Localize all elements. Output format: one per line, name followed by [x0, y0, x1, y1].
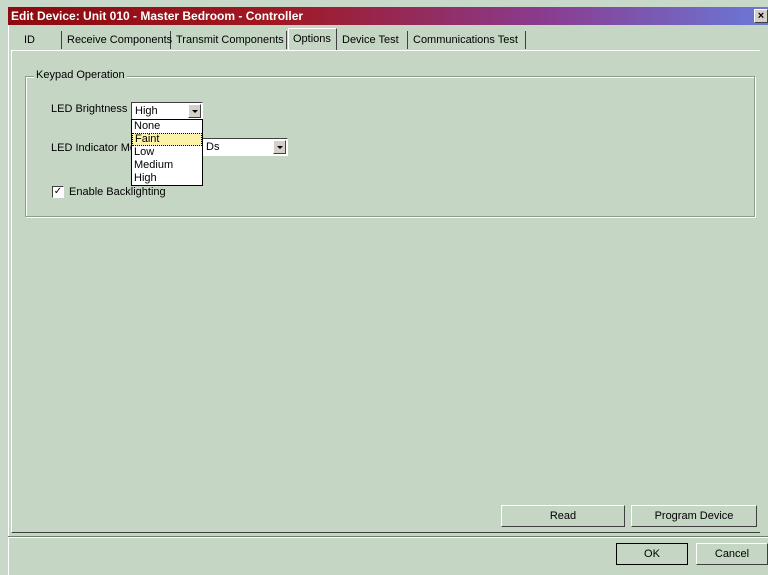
- group-title: Keypad Operation: [34, 69, 127, 81]
- led-brightness-value: High: [135, 105, 158, 117]
- close-icon[interactable]: ×: [754, 9, 768, 23]
- window-title: Edit Device: Unit 010 - Master Bedroom -…: [11, 9, 304, 23]
- cancel-button[interactable]: Cancel: [696, 543, 768, 565]
- led-indicator-label: LED Indicator Mo: [51, 142, 136, 154]
- title-bar: Edit Device: Unit 010 - Master Bedroom -…: [8, 7, 768, 25]
- backlighting-checkbox[interactable]: ✓: [52, 186, 64, 198]
- chevron-down-icon[interactable]: [273, 140, 286, 154]
- program-device-button[interactable]: Program Device: [631, 505, 757, 527]
- tab-receive-components[interactable]: Receive Components: [63, 31, 172, 49]
- tab-id[interactable]: ID: [20, 31, 62, 49]
- dropdown-option-faint[interactable]: Faint: [132, 133, 202, 146]
- tab-options[interactable]: Options: [288, 28, 337, 50]
- dropdown-option-none[interactable]: None: [132, 120, 202, 133]
- tab-transmit-components[interactable]: Transmit Components: [172, 31, 287, 49]
- ok-button[interactable]: OK: [616, 543, 688, 565]
- dropdown-option-medium[interactable]: Medium: [132, 159, 202, 172]
- footer-separator: [8, 536, 768, 538]
- led-brightness-label: LED Brightness: [51, 103, 128, 115]
- led-indicator-value: Ds: [206, 141, 220, 153]
- chevron-down-icon[interactable]: [188, 104, 201, 118]
- tab-device-test[interactable]: Device Test: [338, 31, 408, 49]
- led-brightness-dropdown: None Faint Low Medium High: [131, 119, 203, 186]
- tab-communications-test[interactable]: Communications Test: [409, 31, 526, 49]
- dropdown-option-high[interactable]: High: [132, 172, 202, 185]
- backlighting-label: Enable Backlighting: [69, 186, 166, 198]
- dropdown-option-low[interactable]: Low: [132, 146, 202, 159]
- led-brightness-select[interactable]: High: [131, 102, 203, 120]
- read-button[interactable]: Read: [501, 505, 625, 527]
